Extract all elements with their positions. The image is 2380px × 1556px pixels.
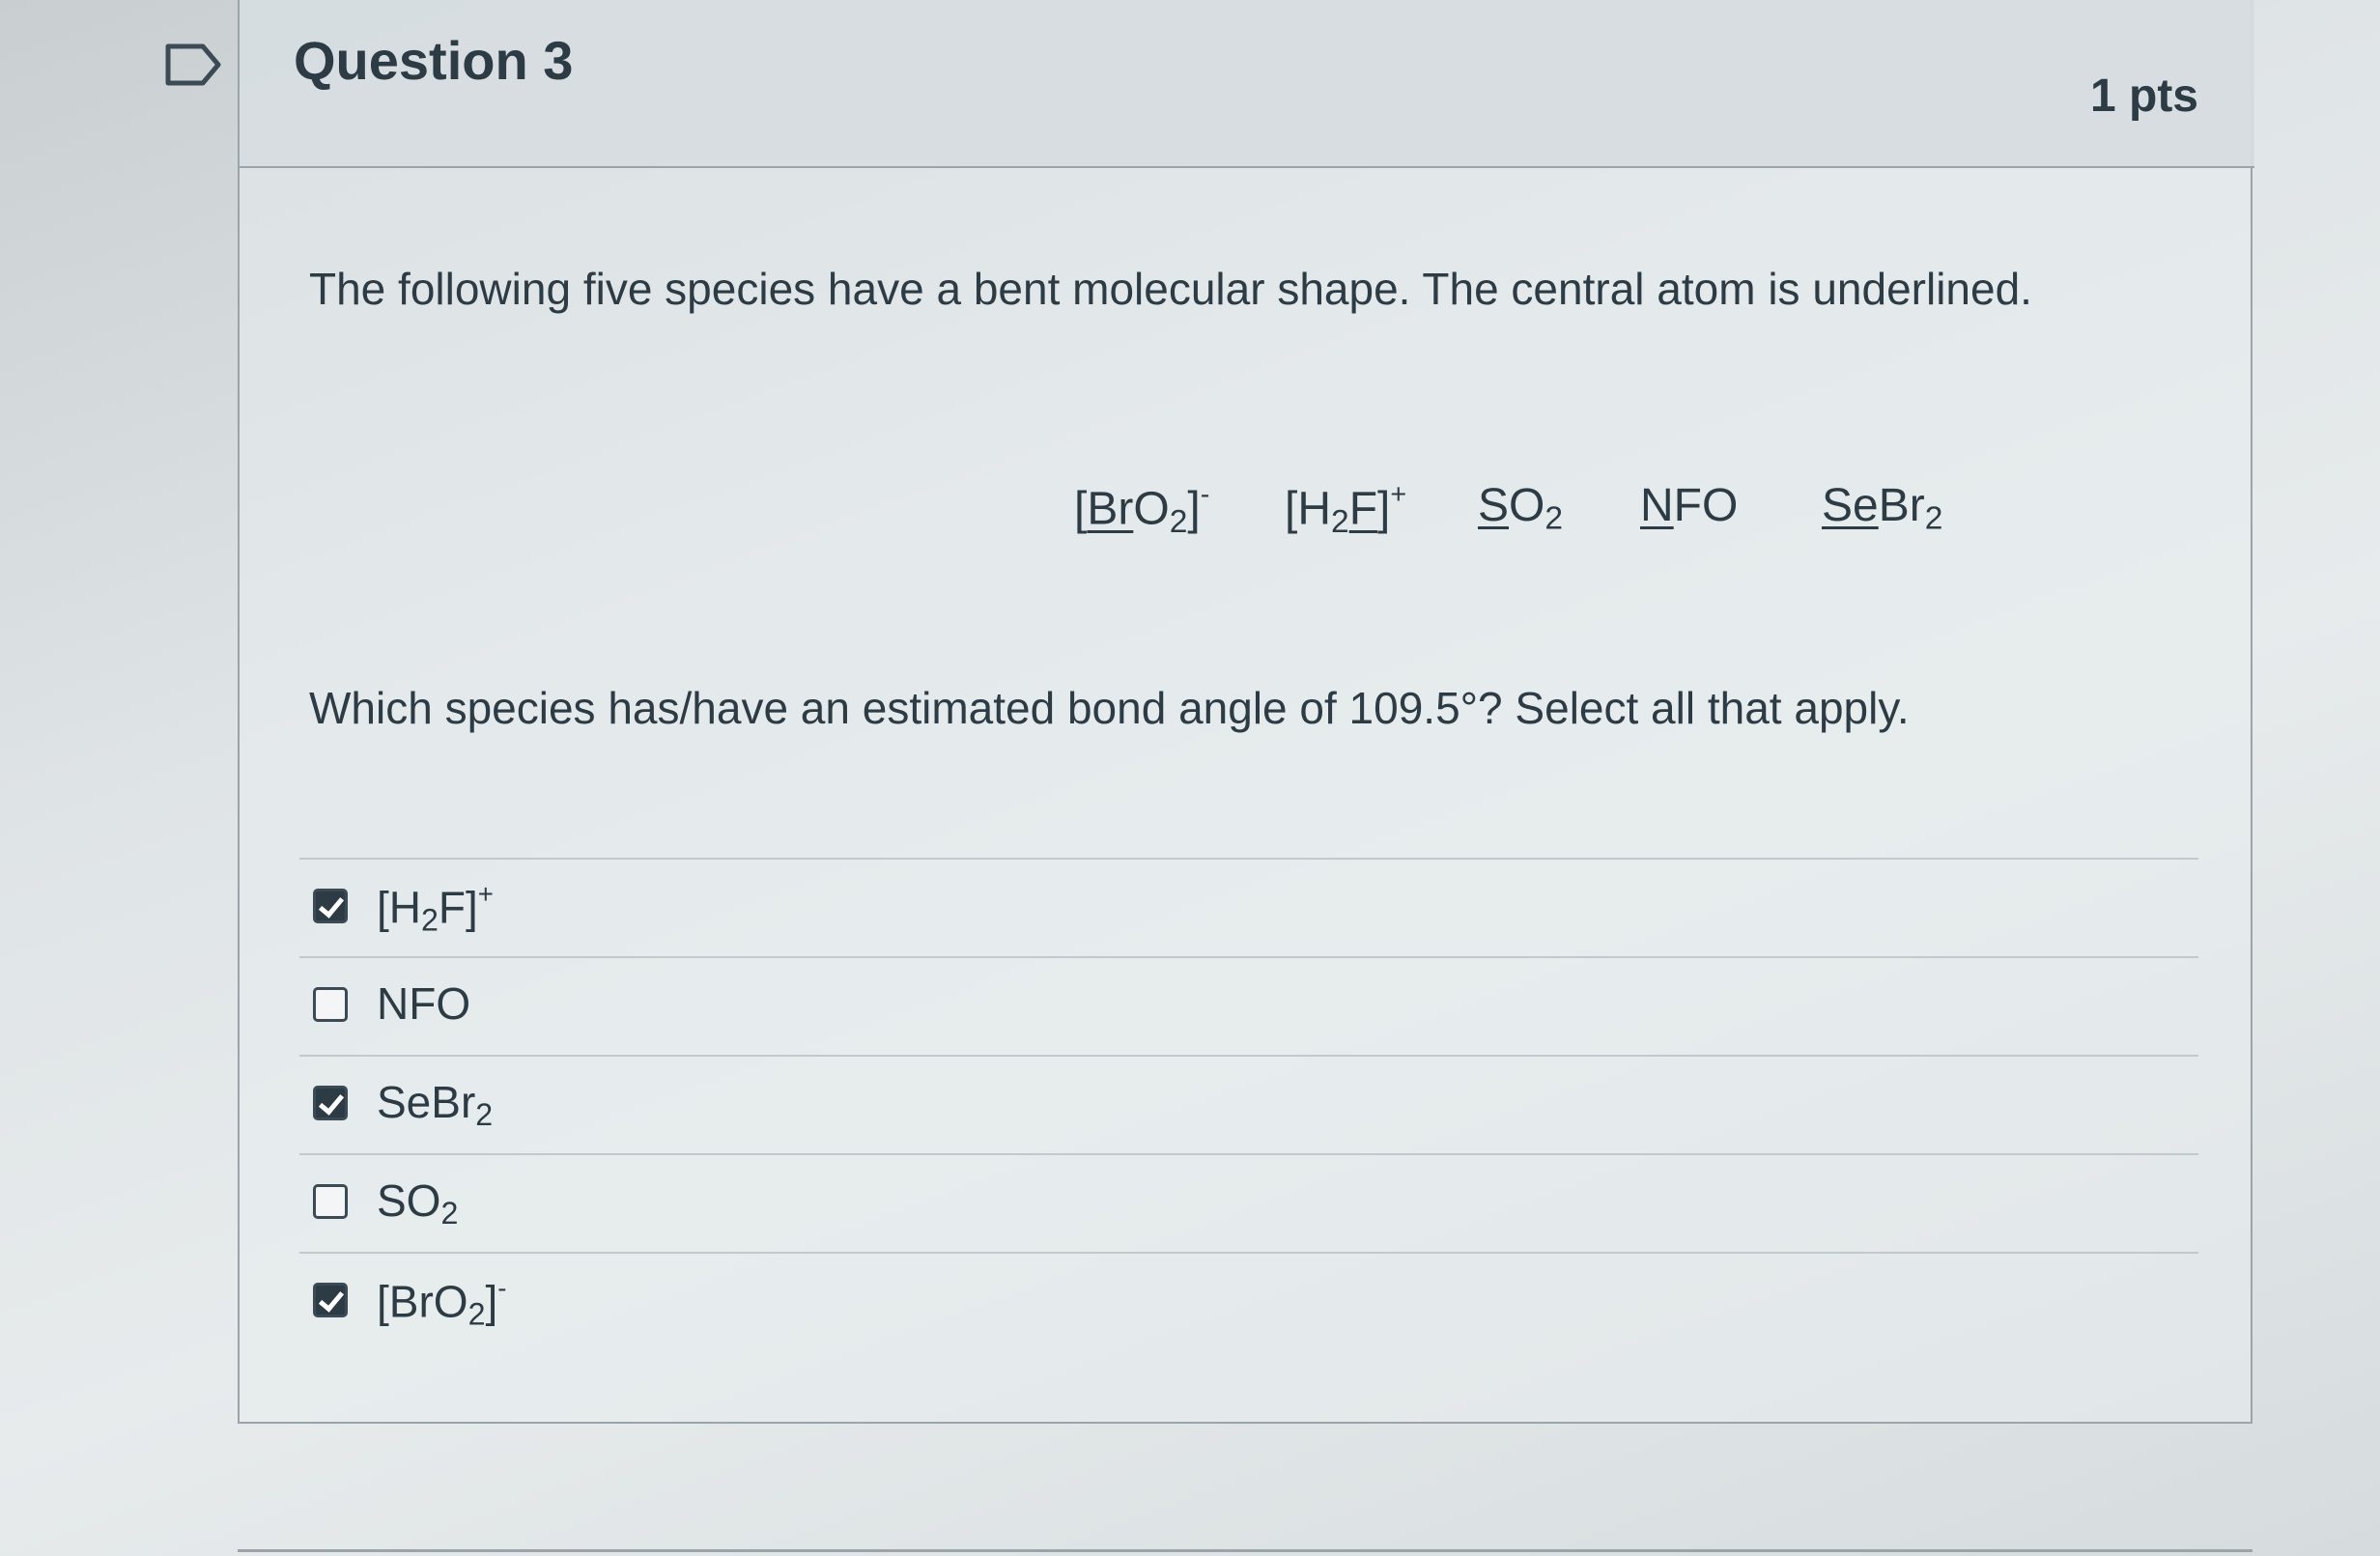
- charge: +: [1390, 479, 1407, 510]
- answer-label: SeBr2: [377, 1077, 494, 1133]
- checkbox-checked[interactable]: [313, 1283, 348, 1317]
- central-atom: Se: [1822, 480, 1879, 531]
- species-bro2: [BrO2]-: [1074, 479, 1209, 541]
- species-h2f: [H2F]+: [1285, 479, 1406, 541]
- answer-label: NFO: [377, 978, 471, 1029]
- question-card: Question 3 1 pts The following five spec…: [238, 0, 2254, 1424]
- answer-label: SO2: [377, 1175, 459, 1231]
- species-text: O: [1509, 480, 1545, 531]
- central-atom: Br: [1087, 483, 1134, 535]
- question-title: Question 3: [294, 30, 574, 91]
- subscript: 2: [1924, 500, 1943, 537]
- checkbox-unchecked[interactable]: [313, 1184, 348, 1219]
- answer-option[interactable]: SO2: [299, 1153, 2198, 1252]
- central-atom: N: [1640, 480, 1674, 531]
- answer-label: [BrO2]-: [377, 1273, 507, 1332]
- subscript: 2: [1331, 503, 1349, 540]
- subscript: 2: [1169, 503, 1188, 540]
- species-text: FO: [1673, 480, 1739, 531]
- answer-label: [H2F]+: [377, 879, 494, 938]
- answer-option[interactable]: NFO: [299, 956, 2198, 1055]
- checkbox-checked[interactable]: [313, 889, 348, 923]
- species-text: O: [1133, 483, 1170, 535]
- species-nfo: NFO: [1640, 479, 1738, 532]
- central-atom: S: [1478, 480, 1510, 531]
- species-sebr2: SeBr2: [1822, 479, 1942, 537]
- question-prompt: Which species has/have an estimated bond…: [309, 683, 1910, 733]
- answer-list: [H2F]+ NFO SeBr2 SO2 [BrO2]-: [299, 858, 2198, 1350]
- question-header: Question 3 1 pts: [240, 0, 2254, 168]
- answer-option[interactable]: SeBr2: [299, 1055, 2198, 1153]
- answer-option[interactable]: [H2F]+: [299, 858, 2198, 956]
- species-text: ]: [1187, 483, 1201, 535]
- next-card-border: [238, 1549, 2252, 1552]
- species-text: Br: [1878, 480, 1925, 531]
- answer-option[interactable]: [BrO2]-: [299, 1252, 2198, 1350]
- question-points: 1 pts: [2089, 71, 2198, 122]
- checkbox-unchecked[interactable]: [313, 987, 348, 1022]
- question-intro: The following five species have a bent m…: [309, 264, 2032, 314]
- subscript: 2: [1544, 500, 1564, 537]
- checkbox-checked[interactable]: [313, 1086, 348, 1120]
- central-atom: F: [1348, 483, 1378, 535]
- species-text: [: [1074, 483, 1088, 535]
- bookmark-flag-icon[interactable]: [164, 42, 222, 87]
- charge: -: [1200, 479, 1210, 510]
- species-text: [H: [1285, 483, 1331, 535]
- species-so2: SO2: [1478, 479, 1563, 537]
- species-text: ]: [1377, 483, 1391, 535]
